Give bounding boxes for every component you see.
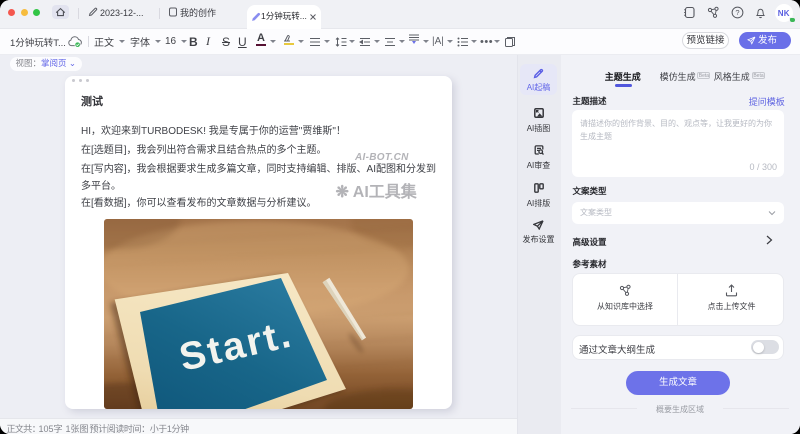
svg-text:?: ? bbox=[735, 8, 739, 17]
